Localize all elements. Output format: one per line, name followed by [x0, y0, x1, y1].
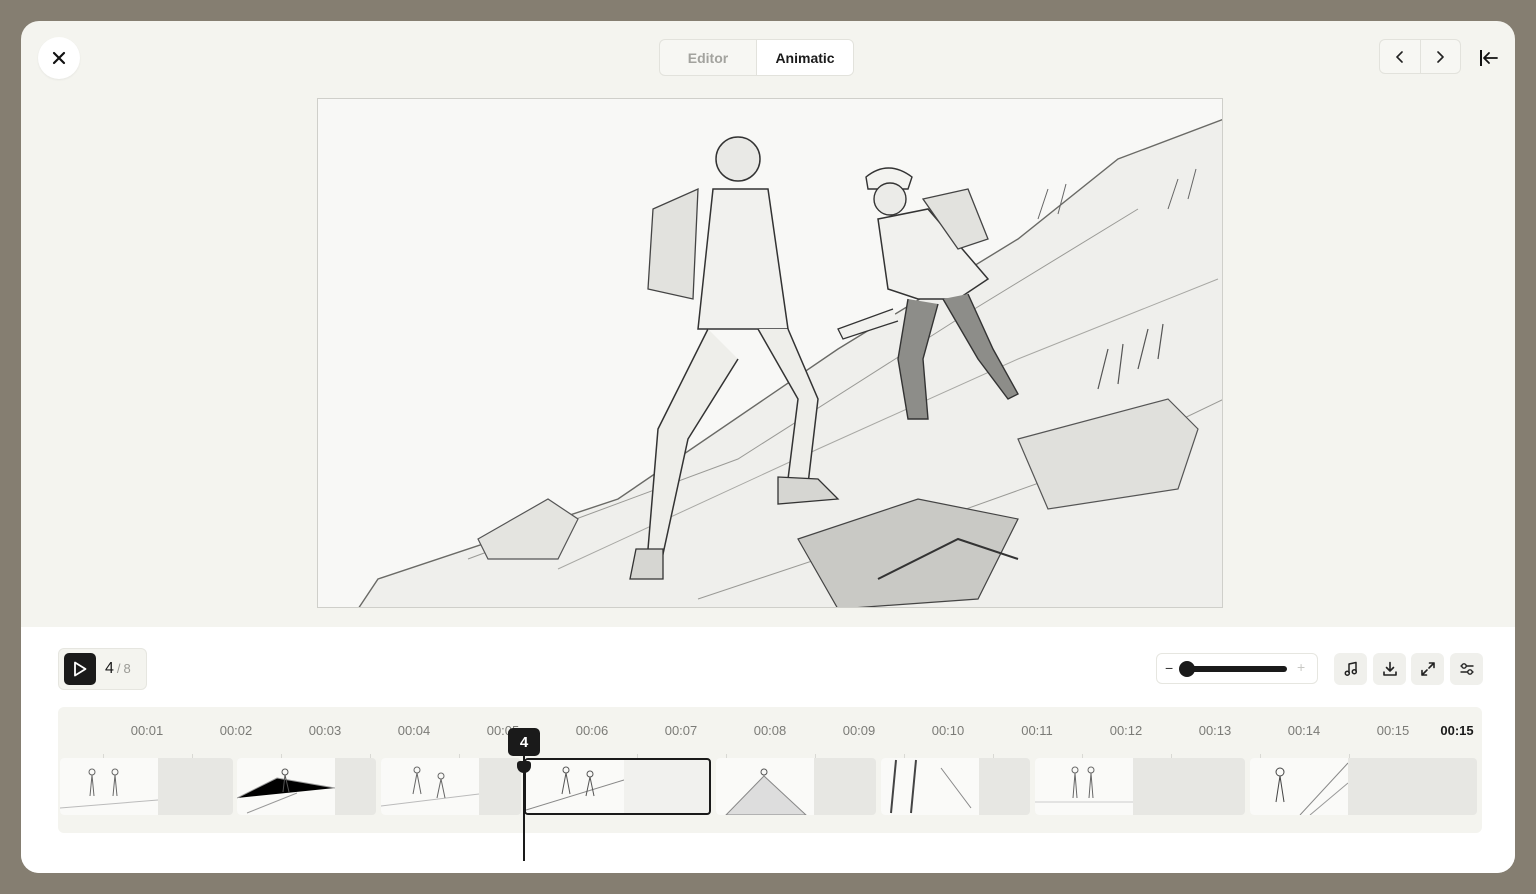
timeline-clip[interactable] [1035, 758, 1245, 815]
chevron-right-icon [1437, 50, 1445, 63]
download-button[interactable] [1373, 653, 1406, 685]
timeline[interactable]: 00:01 00:02 00:03 00:04 00:05 00:06 00:0… [58, 707, 1482, 833]
timeline-clip[interactable] [237, 758, 376, 815]
frame-counter: 4/8 [105, 660, 131, 678]
timeline-tick: 00:09 [842, 723, 876, 738]
clip-thumbnail [60, 758, 159, 815]
play-icon [74, 661, 87, 677]
previous-frame-button[interactable] [1380, 40, 1420, 73]
timeline-tick: 00:02 [219, 723, 253, 738]
total-frames: 8 [123, 661, 131, 676]
download-icon [1382, 661, 1397, 676]
storyboard-sketch-image [318, 99, 1222, 607]
next-frame-button[interactable] [1419, 40, 1461, 73]
timeline-tick: 00:01 [130, 723, 164, 738]
preview-canvas [317, 98, 1223, 608]
tab-animatic[interactable]: Animatic [756, 40, 853, 75]
timeline-clip[interactable] [381, 758, 521, 815]
zoom-out-button[interactable]: − [1165, 660, 1173, 676]
timeline-tick: 00:11 [1021, 723, 1053, 738]
tab-editor[interactable]: Editor [660, 40, 756, 75]
current-frame: 4 [105, 660, 114, 677]
timeline-clip[interactable] [1250, 758, 1477, 815]
settings-button[interactable] [1450, 653, 1483, 685]
close-button[interactable] [38, 37, 80, 79]
clip-thumbnail [526, 760, 625, 813]
timeline-tick: 00:04 [397, 723, 431, 738]
timeline-clip[interactable] [716, 758, 876, 815]
zoom-track[interactable] [1184, 666, 1287, 672]
timeline-clip[interactable] [60, 758, 233, 815]
timeline-tick: 00:12 [1109, 723, 1143, 738]
clip-thumbnail [881, 758, 979, 815]
clip-thumbnail [237, 758, 336, 815]
fullscreen-button[interactable] [1411, 653, 1444, 685]
settings-sliders-icon [1460, 663, 1473, 675]
play-button[interactable] [64, 653, 96, 685]
timeline-tick: 00:10 [931, 723, 965, 738]
timeline-tick: 00:14 [1287, 723, 1321, 738]
timeline-tick: 00:08 [753, 723, 787, 738]
frame-navigation [1379, 39, 1461, 74]
timeline-panel: 4/8 − + 00:01 00:02 00:03 00:04 00:05 00 [21, 627, 1515, 873]
playback-controls: 4/8 [58, 648, 147, 690]
frame-separator: / [116, 661, 121, 676]
timeline-tick: 00:13 [1198, 723, 1232, 738]
timeline-tick: 00:03 [308, 723, 342, 738]
timeline-tick: 00:06 [575, 723, 609, 738]
clip-thumbnail [1250, 758, 1349, 815]
timeline-tick: 00:15 [1376, 723, 1410, 738]
animatic-window: Editor Animatic 4 / 8 − + 00:01 00:02 00… [21, 21, 1515, 873]
timeline-end-time: 00:15 [1440, 723, 1474, 738]
zoom-in-button[interactable]: + [1297, 659, 1305, 675]
zoom-slider[interactable]: − + [1156, 653, 1318, 684]
clip-thumbnail [716, 758, 814, 815]
timeline-clip[interactable] [881, 758, 1030, 815]
music-icon [1344, 661, 1357, 676]
zoom-handle[interactable] [1179, 661, 1195, 677]
collapse-panel-button[interactable] [1477, 47, 1501, 69]
collapse-panel-icon [1480, 50, 1498, 66]
mode-toggle: Editor Animatic [659, 39, 854, 76]
timeline-tick: 00:07 [664, 723, 698, 738]
close-icon [52, 51, 66, 65]
music-button[interactable] [1334, 653, 1367, 685]
clip-thumbnail [381, 758, 480, 815]
playhead-frame-badge[interactable]: 4 [508, 728, 540, 756]
clip-thumbnail [1035, 758, 1133, 815]
fullscreen-icon [1420, 662, 1435, 676]
timeline-clip-active[interactable] [524, 758, 711, 815]
chevron-left-icon [1395, 50, 1403, 63]
